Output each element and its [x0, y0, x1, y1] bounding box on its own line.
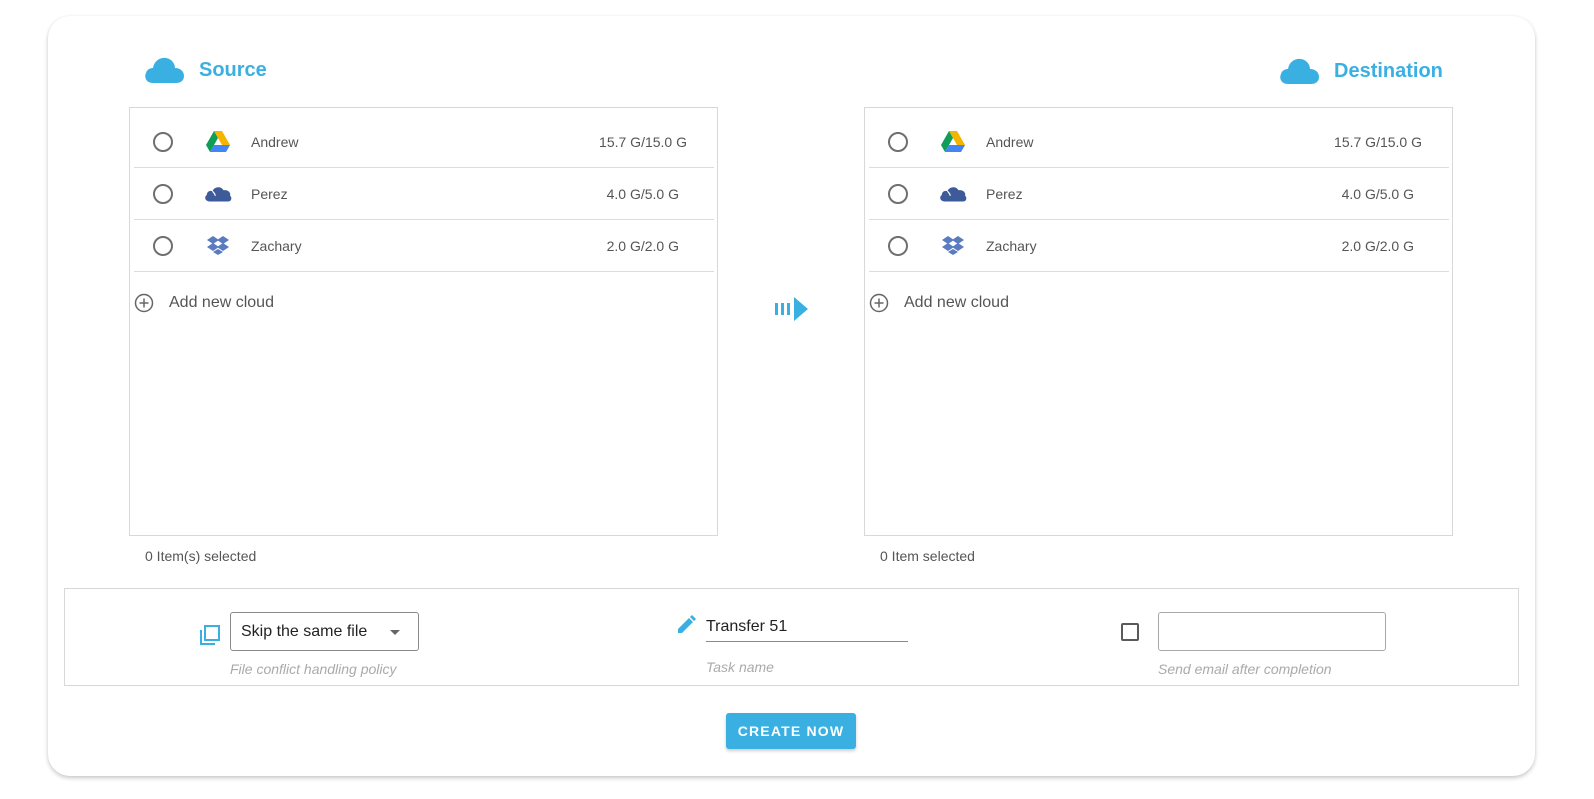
list-item[interactable]: Perez 4.0 G/5.0 G — [134, 168, 714, 220]
list-item[interactable]: Zachary 2.0 G/2.0 G — [134, 220, 714, 272]
account-radio[interactable] — [888, 131, 908, 152]
add-new-cloud-button[interactable]: Add new cloud — [869, 293, 1009, 313]
list-item[interactable]: Zachary 2.0 G/2.0 G — [869, 220, 1449, 272]
source-selected-count: 0 Item(s) selected — [145, 548, 257, 564]
task-name-input[interactable] — [706, 612, 908, 642]
add-circle-icon — [134, 293, 154, 313]
list-item[interactable]: Andrew 15.7 G/15.0 G — [869, 116, 1449, 168]
destination-title: Destination — [1334, 59, 1443, 82]
copy-icon — [200, 625, 220, 645]
task-name-hint: Task name — [706, 659, 774, 675]
add-new-cloud-label: Add new cloud — [904, 294, 1009, 311]
account-name: Andrew — [986, 133, 1034, 150]
account-name: Perez — [986, 185, 1023, 202]
source-header: Source — [143, 56, 267, 84]
destination-header: Destination — [1278, 57, 1443, 85]
dropbox-icon — [939, 235, 967, 257]
account-radio[interactable] — [888, 183, 908, 204]
google-drive-icon — [204, 131, 232, 153]
add-circle-icon — [869, 293, 889, 313]
email-input[interactable] — [1158, 612, 1386, 651]
account-storage: 2.0 G/2.0 G — [606, 237, 679, 254]
account-storage: 15.7 G/15.0 G — [599, 133, 687, 150]
source-account-list: Andrew 15.7 G/15.0 G Perez 4.0 G/5.0 G Z… — [129, 107, 718, 536]
list-item[interactable]: Andrew 15.7 G/15.0 G — [134, 116, 714, 168]
chevron-down-icon — [390, 630, 400, 635]
dropbox-icon — [204, 235, 232, 257]
account-name: Andrew — [251, 133, 299, 150]
account-radio[interactable] — [153, 235, 173, 256]
list-item[interactable]: Perez 4.0 G/5.0 G — [869, 168, 1449, 220]
account-storage: 4.0 G/5.0 G — [606, 185, 679, 202]
account-storage: 15.7 G/15.0 G — [1334, 133, 1422, 150]
account-name: Zachary — [986, 237, 1037, 254]
account-storage: 4.0 G/5.0 G — [1341, 185, 1414, 202]
account-radio[interactable] — [153, 131, 173, 152]
send-email-checkbox[interactable] — [1121, 623, 1139, 641]
cloud-icon — [145, 57, 184, 83]
account-storage: 2.0 G/2.0 G — [1341, 237, 1414, 254]
destination-account-list: Andrew 15.7 G/15.0 G Perez 4.0 G/5.0 G Z… — [864, 107, 1453, 536]
onedrive-icon — [939, 183, 967, 205]
account-name: Zachary — [251, 237, 302, 254]
account-radio[interactable] — [888, 235, 908, 256]
onedrive-icon — [204, 183, 232, 205]
google-drive-icon — [939, 131, 967, 153]
account-radio[interactable] — [153, 183, 173, 204]
source-title: Source — [199, 58, 267, 81]
account-name: Perez — [251, 185, 288, 202]
create-now-button[interactable]: CREATE NOW — [726, 713, 856, 749]
destination-selected-count: 0 Item selected — [880, 548, 975, 564]
add-new-cloud-label: Add new cloud — [169, 294, 274, 311]
conflict-policy-hint: File conflict handling policy — [230, 661, 397, 677]
conflict-policy-value: Skip the same file — [241, 622, 368, 640]
add-new-cloud-button[interactable]: Add new cloud — [134, 293, 274, 313]
transfer-arrow-icon — [775, 297, 808, 321]
cloud-icon — [1280, 58, 1319, 84]
conflict-policy-select[interactable]: Skip the same file — [230, 612, 419, 651]
pencil-icon — [678, 615, 696, 633]
send-email-hint: Send email after completion — [1158, 661, 1332, 677]
